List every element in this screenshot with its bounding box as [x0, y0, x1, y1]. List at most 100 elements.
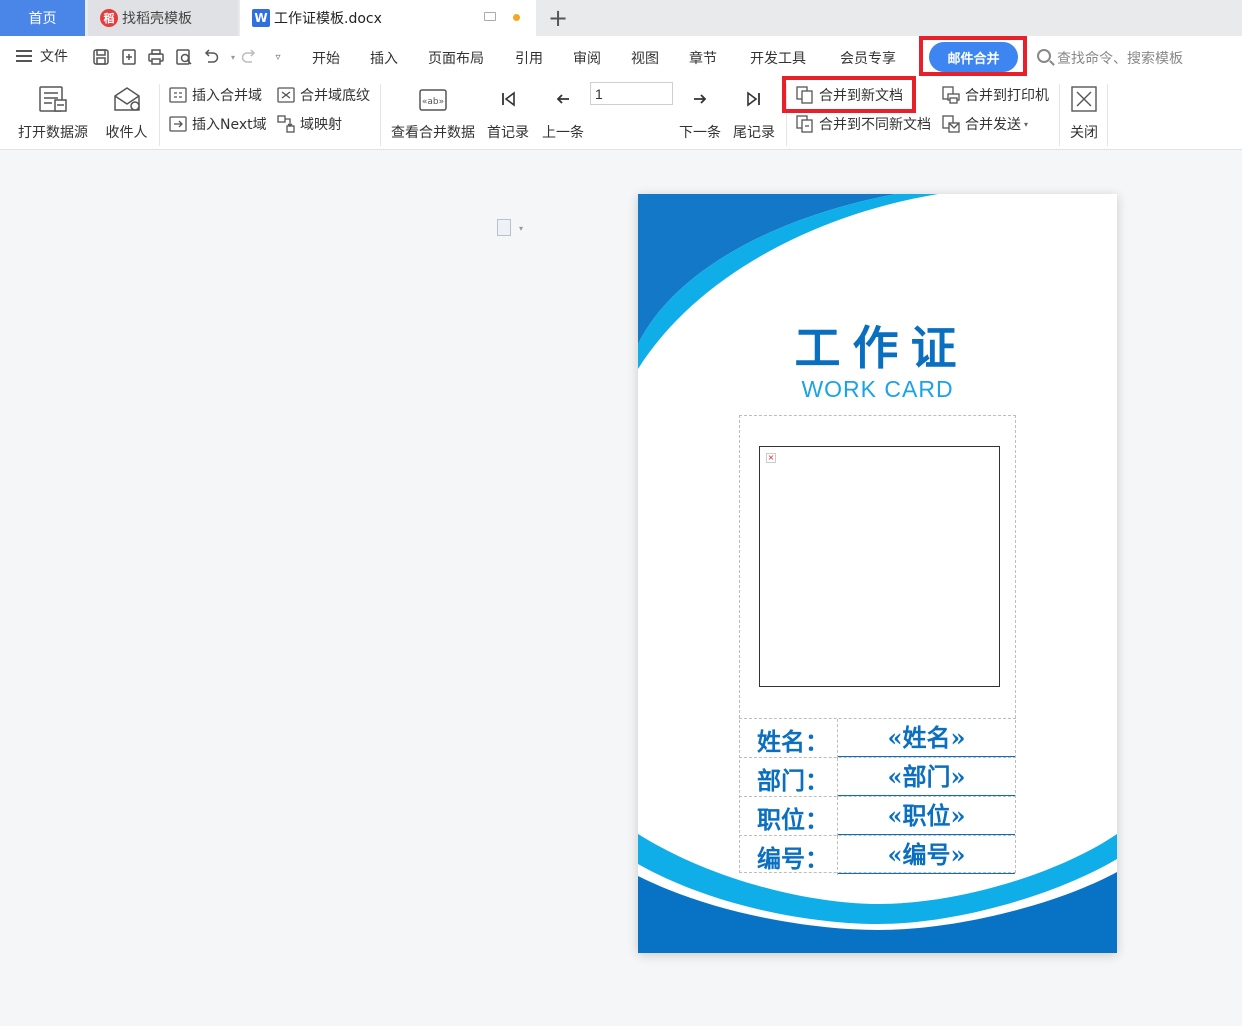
print-icon[interactable] — [145, 46, 167, 68]
screen-icon[interactable] — [484, 12, 496, 21]
ribbon-divider — [159, 84, 160, 146]
view-merged-data-button[interactable]: «ab» 查看合并数据 — [389, 80, 477, 142]
merge-to-printer-button[interactable]: 合并到打印机 — [942, 84, 1049, 106]
table-row[interactable]: 部门： «部门» — [739, 757, 1016, 797]
daoke-logo-icon: 稻 — [100, 9, 118, 27]
unsaved-dot-icon — [513, 14, 520, 21]
merge-field[interactable]: «职位» — [838, 797, 1015, 835]
insert-next-field-icon — [169, 115, 187, 133]
last-record-icon — [739, 84, 769, 114]
menu-bar: 文件 ▾ ▿ 开始 插入 页面布局 引用 审阅 视图 章节 开发工具 会员专享 … — [0, 36, 1242, 78]
save-icon[interactable] — [90, 46, 112, 68]
menu-tab-developer[interactable]: 开发工具 — [750, 48, 806, 68]
svg-text:«ab»: «ab» — [422, 97, 444, 107]
menu-tab-review[interactable]: 审阅 — [573, 48, 601, 68]
field-mapping-button[interactable]: 域映射 — [277, 113, 342, 135]
merge-send-dropdown-icon[interactable]: ▾ — [1024, 120, 1028, 129]
merge-to-printer-label: 合并到打印机 — [965, 88, 1049, 104]
last-record-label: 尾记录 — [733, 125, 775, 141]
table-row[interactable]: 姓名： «姓名» — [739, 718, 1016, 758]
document-page[interactable]: 工作证 WORK CARD × 姓名： «姓名» 部门： «部门» 职位： «职… — [638, 194, 1117, 953]
undo-icon[interactable] — [200, 46, 222, 68]
merge-field[interactable]: «部门» — [838, 758, 1015, 796]
customize-toolbar-icon[interactable]: ▿ — [267, 46, 289, 68]
insert-merge-field-label: 插入合并域 — [192, 88, 262, 104]
new-tab-plus-icon[interactable]: + — [546, 4, 570, 32]
field-label: 编号： — [757, 844, 829, 873]
close-icon — [1069, 84, 1099, 114]
insert-next-field-label: 插入Next域 — [192, 117, 267, 133]
view-merged-data-icon: «ab» — [418, 84, 448, 114]
field-label: 部门： — [757, 766, 829, 795]
table-row[interactable]: 编号： «编号» — [739, 835, 1016, 875]
insert-merge-field-icon — [169, 86, 187, 104]
datasource-icon — [38, 84, 68, 114]
broken-image-icon: × — [766, 453, 776, 463]
menu-tab-insert[interactable]: 插入 — [370, 48, 398, 68]
menu-tab-page-layout[interactable]: 页面布局 — [428, 48, 484, 68]
menu-tab-start[interactable]: 开始 — [312, 48, 340, 68]
merge-field[interactable]: «编号» — [838, 836, 1015, 874]
merge-field-shading-button[interactable]: 合并域底纹 — [277, 84, 370, 106]
close-mail-merge-button[interactable]: 关闭 — [1064, 80, 1104, 142]
menu-tab-view[interactable]: 视图 — [631, 48, 659, 68]
next-record-label: 下一条 — [679, 125, 721, 141]
field-mapping-icon — [277, 115, 295, 133]
merge-send-icon — [942, 115, 960, 133]
menu-tab-references[interactable]: 引用 — [515, 48, 543, 68]
ribbon-divider — [1107, 84, 1108, 146]
print-preview-icon[interactable] — [173, 46, 195, 68]
view-merged-data-label: 查看合并数据 — [391, 125, 475, 141]
field-label: 职位： — [757, 805, 829, 834]
ribbon-divider — [380, 84, 381, 146]
recipients-label: 收件人 — [105, 125, 148, 141]
merge-send-button[interactable]: 合并发送 ▾ — [942, 113, 1028, 135]
recipients-button[interactable]: 收件人 — [104, 80, 149, 142]
paragraph-layout-dropdown-icon[interactable]: ▾ — [519, 224, 523, 233]
highlight-merge-to-new-document — [782, 76, 916, 113]
insert-merge-field-button[interactable]: 插入合并域 — [169, 84, 262, 106]
merge-to-separate-documents-button[interactable]: 合并到不同新文档 — [796, 113, 931, 135]
menu-tab-chapter[interactable]: 章节 — [689, 48, 717, 68]
redo-icon[interactable] — [238, 46, 260, 68]
first-record-icon — [493, 84, 523, 114]
tab-template-store-label: 找稻壳模板 — [122, 11, 192, 27]
next-record-button[interactable]: 下一条 — [677, 80, 723, 142]
menu-tab-member[interactable]: 会员专享 — [840, 48, 896, 68]
merge-field-shading-label: 合并域底纹 — [300, 88, 370, 104]
merge-to-separate-documents-label: 合并到不同新文档 — [819, 117, 931, 133]
file-menu-label: 文件 — [40, 49, 68, 65]
ribbon-divider — [1059, 84, 1060, 146]
field-label: 姓名： — [757, 727, 829, 756]
merge-field-shading-icon — [277, 86, 295, 104]
previous-record-button[interactable]: 上一条 — [540, 80, 586, 142]
highlight-mail-merge-tab — [919, 36, 1027, 76]
wps-writer-icon: W — [252, 9, 270, 27]
tab-document[interactable]: W 工作证模板.docx — [240, 0, 536, 36]
tab-home[interactable]: 首页 — [0, 0, 85, 36]
merge-field[interactable]: «姓名» — [838, 719, 1015, 757]
export-pdf-icon[interactable] — [118, 46, 140, 68]
arrow-left-icon — [548, 84, 578, 114]
merge-printer-icon — [942, 86, 960, 104]
search-icon — [1037, 49, 1051, 63]
first-record-label: 首记录 — [487, 125, 529, 141]
card-title-english: WORK CARD — [801, 376, 954, 402]
card-title-chinese: 工作证 — [794, 321, 969, 375]
tab-template-store[interactable]: 稻 找稻壳模板 — [88, 0, 238, 36]
previous-record-label: 上一条 — [542, 125, 584, 141]
last-record-button[interactable]: 尾记录 — [731, 80, 777, 142]
command-search-input[interactable]: 查找命令、搜索模板 — [1057, 48, 1183, 68]
table-row[interactable]: 职位： «职位» — [739, 796, 1016, 836]
close-label: 关闭 — [1070, 125, 1098, 141]
field-mapping-label: 域映射 — [300, 117, 342, 133]
insert-next-field-button[interactable]: 插入Next域 — [169, 113, 267, 135]
photo-placeholder[interactable] — [759, 446, 1000, 687]
paragraph-layout-icon[interactable] — [497, 219, 511, 236]
hamburger-icon — [16, 50, 32, 62]
merge-send-label: 合并发送 — [965, 117, 1021, 133]
record-number-input[interactable] — [590, 82, 673, 105]
open-datasource-button[interactable]: 打开数据源 — [12, 80, 94, 142]
file-menu-button[interactable]: 文件 — [16, 46, 68, 66]
first-record-button[interactable]: 首记录 — [485, 80, 531, 142]
